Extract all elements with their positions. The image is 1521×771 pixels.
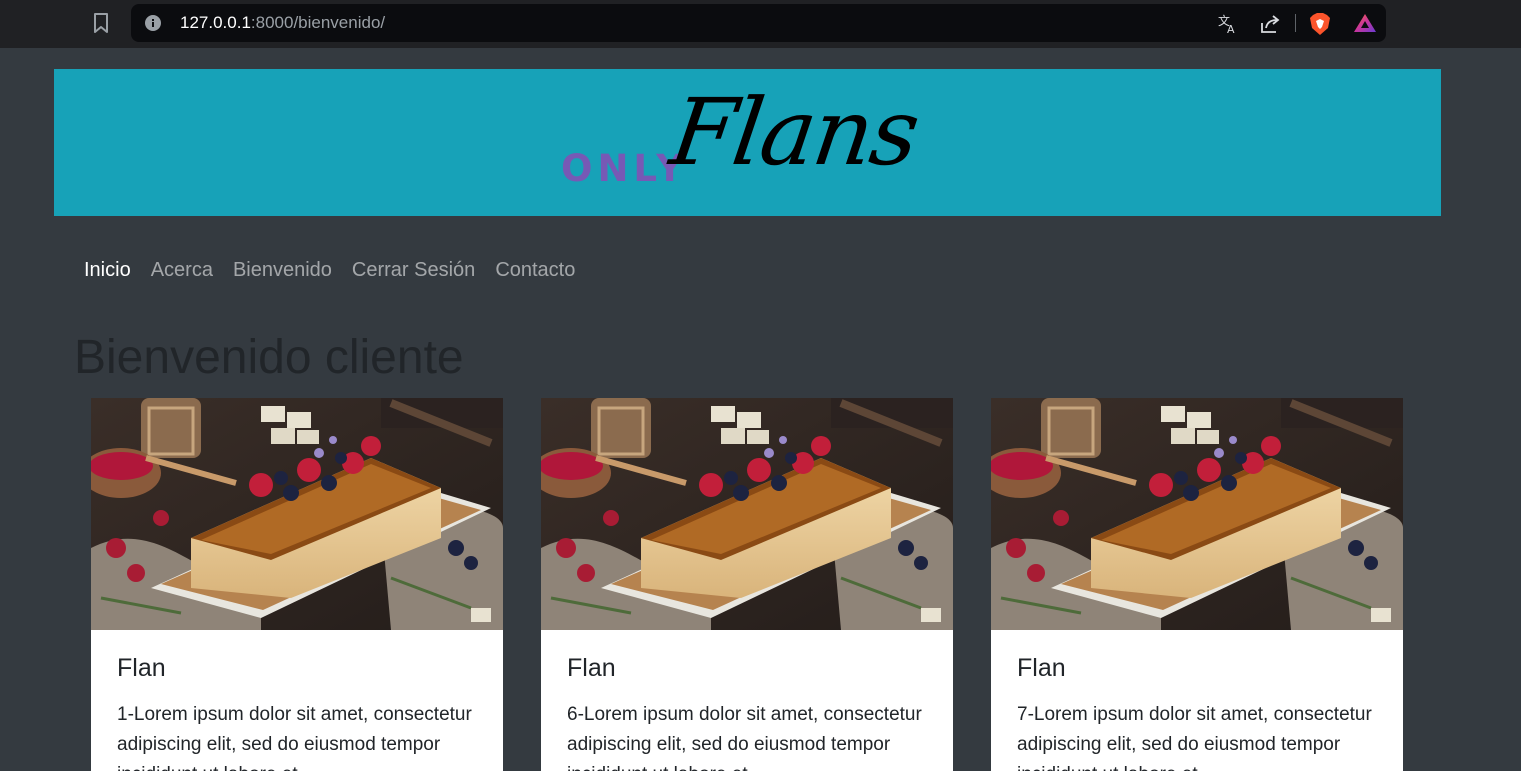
nav-item-inicio[interactable]: Inicio [84,259,131,282]
flan-image [541,398,953,630]
product-card[interactable]: Flan 6-Lorem ipsum dolor sit amet, conse… [541,398,953,771]
nav-item-acerca[interactable]: Acerca [151,259,213,282]
card-title: Flan [567,654,616,682]
info-icon[interactable] [145,15,161,31]
nav-item-cerrar-sesion[interactable]: Cerrar Sesión [352,259,475,282]
share-icon[interactable] [1259,13,1281,35]
card-title: Flan [117,654,166,682]
brave-shield-icon[interactable] [1309,12,1331,36]
card-title: Flan [1017,654,1066,682]
main-nav: Inicio Acerca Bienvenido Cerrar Sesión C… [84,259,575,282]
card-text: 1-Lorem ipsum dolor sit amet, consectetu… [117,704,472,771]
bookmark-icon[interactable] [92,12,110,34]
brave-rewards-icon[interactable] [1353,13,1377,33]
translate-icon[interactable]: 文 A [1217,13,1239,35]
page-title: Bienvenido cliente [74,331,464,384]
toolbar-divider [1295,14,1296,32]
url-host: 127.0.0.1 [180,13,251,32]
flan-image [91,398,503,630]
address-bar[interactable]: 127.0.0.1:8000/bienvenido/ 文 A [131,4,1386,42]
url-path: :8000/bienvenido/ [250,13,386,32]
flan-image [991,398,1403,630]
nav-item-contacto[interactable]: Contacto [495,259,575,282]
product-card[interactable]: Flan 1-Lorem ipsum dolor sit amet, conse… [91,398,503,771]
product-card[interactable]: Flan 7-Lorem ipsum dolor sit amet, conse… [991,398,1403,771]
nav-item-bienvenido[interactable]: Bienvenido [233,259,332,282]
svg-text:A: A [1227,23,1235,35]
card-text: 6-Lorem ipsum dolor sit amet, consectetu… [567,704,922,771]
browser-toolbar: 127.0.0.1:8000/bienvenido/ 文 A [0,0,1521,48]
site-logo[interactable]: ONLY Flans [554,79,954,209]
card-text: 7-Lorem ipsum dolor sit amet, consectetu… [1017,704,1372,771]
site-banner: ONLY Flans [54,69,1441,216]
url-text[interactable]: 127.0.0.1:8000/bienvenido/ [180,13,385,33]
logo-flans-text: Flans [664,79,925,186]
